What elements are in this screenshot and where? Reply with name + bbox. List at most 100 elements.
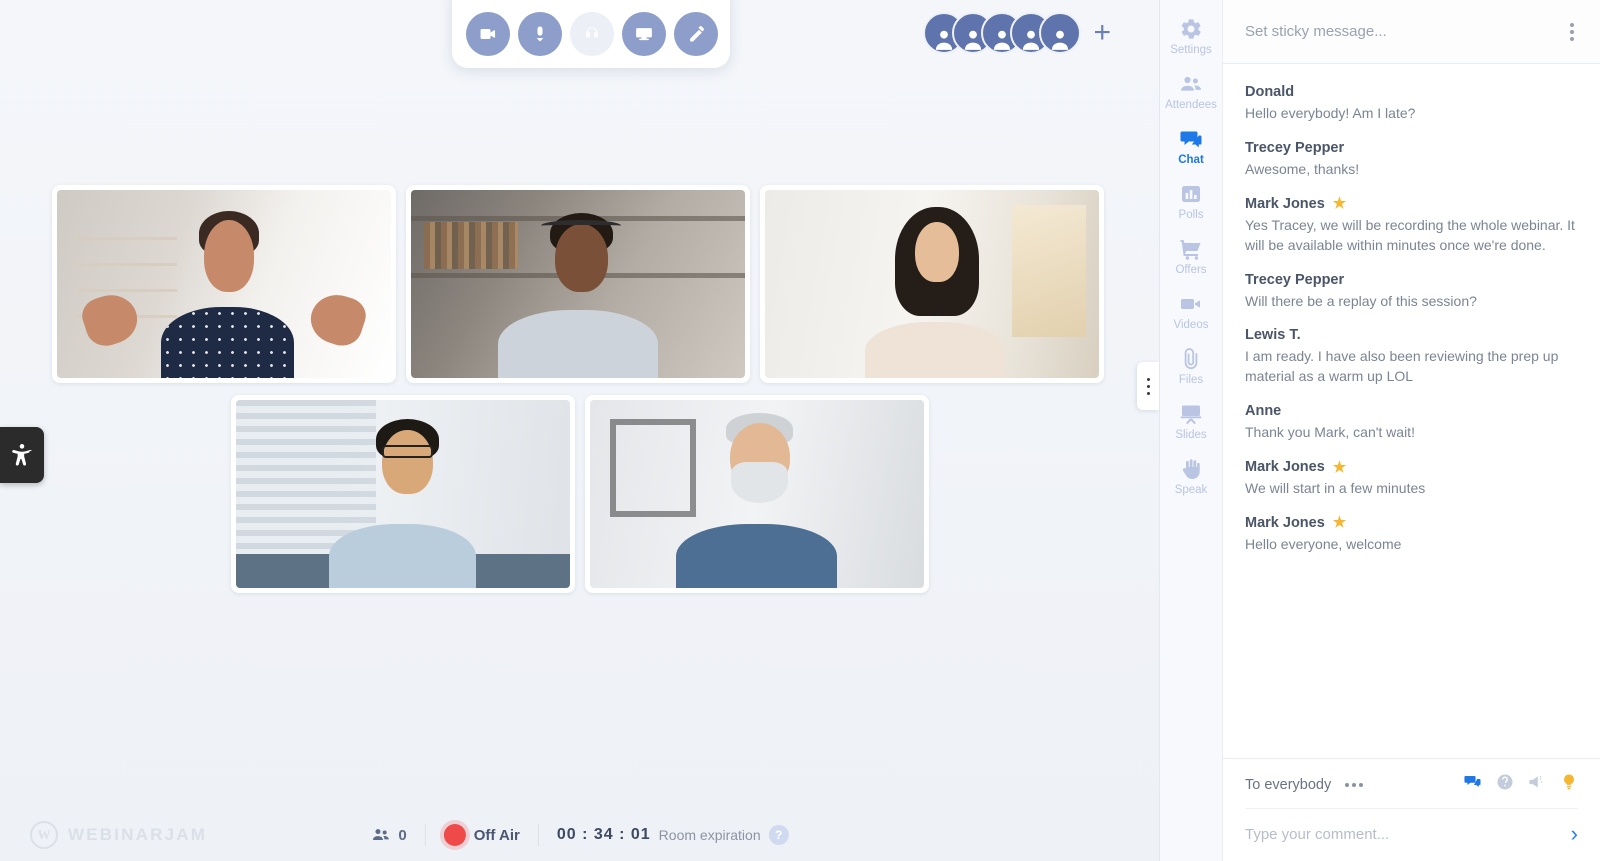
sidebar-item-label: Videos	[1173, 319, 1209, 331]
brand-logo: W WEBINARJAM	[30, 821, 207, 849]
send-button[interactable]: ›	[1561, 823, 1578, 845]
chat-message: Trecey Pepper Awesome, thanks!	[1245, 140, 1578, 180]
message-author-row: Donald	[1245, 84, 1578, 100]
ellipsis-dot	[1359, 782, 1364, 787]
ellipsis-dot	[1345, 782, 1350, 787]
participant-video-feed	[589, 400, 924, 588]
ellipsis-dot	[1352, 782, 1357, 787]
chat-panel: Set sticky message... Donald Hello every…	[1223, 0, 1600, 861]
sidebar-item-label: Files	[1178, 374, 1204, 386]
message-author: Mark Jones	[1245, 459, 1325, 475]
chat-message: Mark Jones ★ Yes Tracey, we will be reco…	[1245, 196, 1578, 256]
message-author: Mark Jones	[1245, 514, 1325, 531]
chat-message: Mark Jones ★ Hello everyone, welcome	[1245, 515, 1578, 555]
session-timer: 00 : 34 : 01	[556, 826, 651, 843]
message-text: Will there be a replay of this session?	[1245, 292, 1477, 309]
host-star-icon: ★	[1332, 195, 1347, 213]
video-tile[interactable]	[760, 185, 1104, 383]
chat-message: Trecey Pepper Will there be a replay of …	[1245, 272, 1578, 312]
announcement-button[interactable]	[1528, 773, 1546, 796]
message-text: Hello everyone, welcome	[1245, 535, 1402, 552]
message-text: Hello everybody! Am I late?	[1245, 105, 1416, 121]
message-author-row: Trecey Pepper	[1245, 140, 1578, 156]
sidebar-item-settings[interactable]: Settings	[1160, 8, 1223, 63]
sidebar-item-slides[interactable]: Slides	[1160, 393, 1223, 448]
add-attendee-button[interactable]: +	[1093, 18, 1111, 48]
sidebar-item-label: Slides	[1175, 429, 1207, 441]
hand-icon	[1182, 459, 1200, 479]
kebab-dot	[1570, 36, 1574, 41]
composer-mode-icons	[1464, 773, 1578, 796]
sidebar-item-attendees[interactable]: Attendees	[1160, 63, 1223, 118]
sidebar-item-label: Attendees	[1165, 99, 1217, 111]
participant-video-feed	[57, 190, 391, 378]
status-bar-center: 0 Off Air 00 : 34 : 01 Room expiration ?	[352, 824, 806, 846]
sticky-message-placeholder[interactable]: Set sticky message...	[1245, 23, 1387, 40]
question-mode-button[interactable]	[1496, 773, 1514, 796]
sidebar-item-chat[interactable]: Chat	[1160, 118, 1223, 173]
kebab-dot	[1570, 22, 1574, 27]
composer-toolbar: To everybody	[1245, 773, 1578, 808]
help-icon[interactable]: ?	[768, 825, 789, 845]
handle-dot	[1146, 384, 1150, 388]
participant-video-feed	[235, 400, 570, 588]
broadcast-status-group[interactable]: Off Air	[426, 824, 538, 846]
participant-video-feed	[765, 190, 1099, 378]
cart-icon	[1180, 240, 1201, 260]
announcement-icon	[1529, 776, 1543, 788]
sidebar-item-label: Offers	[1175, 264, 1207, 276]
presentation-icon	[1180, 405, 1202, 425]
message-author: Anne	[1245, 403, 1282, 420]
sidebar-item-speak[interactable]: Speak	[1160, 448, 1223, 503]
comment-input[interactable]	[1245, 825, 1561, 843]
panel-resize-handle[interactable]	[1137, 362, 1159, 410]
avatar[interactable]	[1039, 12, 1082, 54]
monitor-icon	[636, 28, 652, 41]
sidebar-item-videos[interactable]: Videos	[1160, 283, 1223, 338]
broadcast-status-label: Off Air	[473, 826, 520, 844]
whiteboard-button[interactable]	[674, 12, 718, 56]
status-bar: W WEBINARJAM 0 Off Air 00: 34: 01 Room…	[0, 809, 1159, 861]
sticky-message-bar[interactable]: Set sticky message...	[1223, 0, 1600, 64]
gear-icon	[1181, 19, 1201, 39]
chat-mode-button[interactable]	[1464, 773, 1482, 796]
headphones-icon	[586, 27, 598, 38]
chat-message-list[interactable]: Donald Hello everybody! Am I late? Trece…	[1223, 64, 1600, 758]
host-star-icon: ★	[1332, 514, 1347, 532]
sidebar-item-label: Chat	[1178, 154, 1204, 166]
message-text: I am ready. I have also been reviewing t…	[1245, 348, 1559, 385]
headphones-button[interactable]	[570, 12, 614, 56]
paperclip-icon	[1184, 348, 1198, 370]
attendee-count-group: 0	[352, 825, 424, 845]
sidebar-item-label: Settings	[1170, 44, 1212, 56]
microphone-button[interactable]	[518, 12, 562, 56]
camera-button[interactable]	[466, 12, 510, 56]
message-author-row: Mark Jones ★	[1245, 515, 1578, 531]
attendee-avatar-stack: +	[923, 12, 1111, 54]
chat-mode-icon	[1464, 776, 1481, 788]
video-tile[interactable]	[52, 185, 396, 383]
video-tile[interactable]	[406, 185, 750, 383]
recipient-selector[interactable]: To everybody	[1245, 777, 1364, 793]
room-expiration-label: Room expiration	[658, 827, 761, 843]
message-text: Thank you Mark, can't wait!	[1245, 424, 1415, 441]
accessibility-button[interactable]	[0, 427, 44, 483]
sidebar-item-polls[interactable]: Polls	[1160, 173, 1223, 228]
presenter-toolbar	[452, 0, 730, 68]
highlight-button[interactable]	[1560, 773, 1578, 796]
video-tile[interactable]	[584, 395, 929, 593]
handle-dot	[1146, 377, 1150, 381]
sidebar-item-offers[interactable]: Offers	[1160, 228, 1223, 283]
bar-chart-icon	[1182, 186, 1200, 202]
recipient-more-button[interactable]	[1345, 782, 1364, 787]
message-author: Mark Jones	[1245, 195, 1325, 212]
message-author: Trecey Pepper	[1245, 271, 1345, 288]
sidebar-item-files[interactable]: Files	[1160, 338, 1223, 393]
message-author: Donald	[1245, 84, 1295, 100]
video-tile[interactable]	[230, 395, 575, 593]
screenshare-button[interactable]	[622, 12, 666, 56]
highlight-bulb-icon	[1564, 774, 1574, 790]
chat-icon	[1180, 131, 1202, 148]
chat-message: Donald Hello everybody! Am I late?	[1245, 84, 1578, 124]
chat-options-button[interactable]	[1566, 19, 1578, 45]
